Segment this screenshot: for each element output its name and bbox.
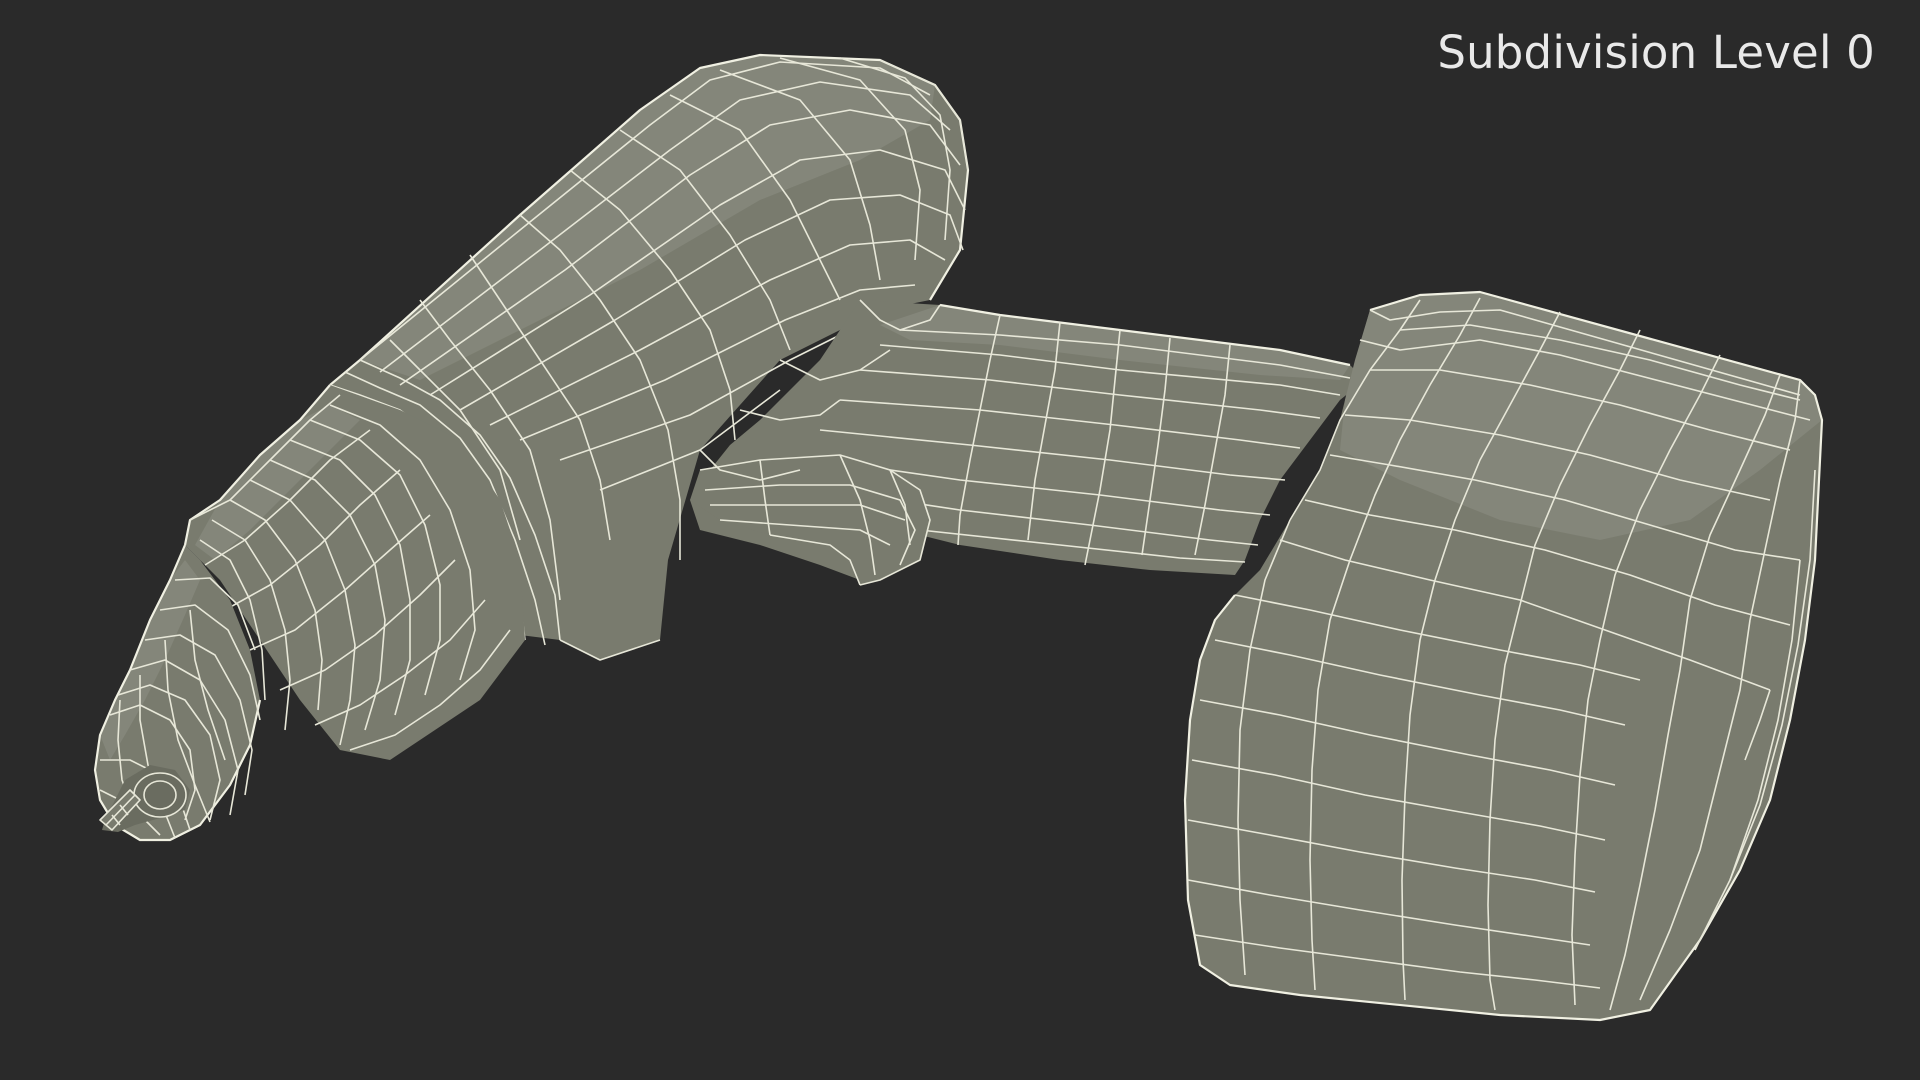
cordless-drill-wireframe-model — [93, 53, 1824, 1022]
3d-viewport[interactable]: Subdivision Level 0 — [0, 0, 1920, 1080]
subdivision-level-label: Subdivision Level 0 — [1437, 26, 1875, 79]
